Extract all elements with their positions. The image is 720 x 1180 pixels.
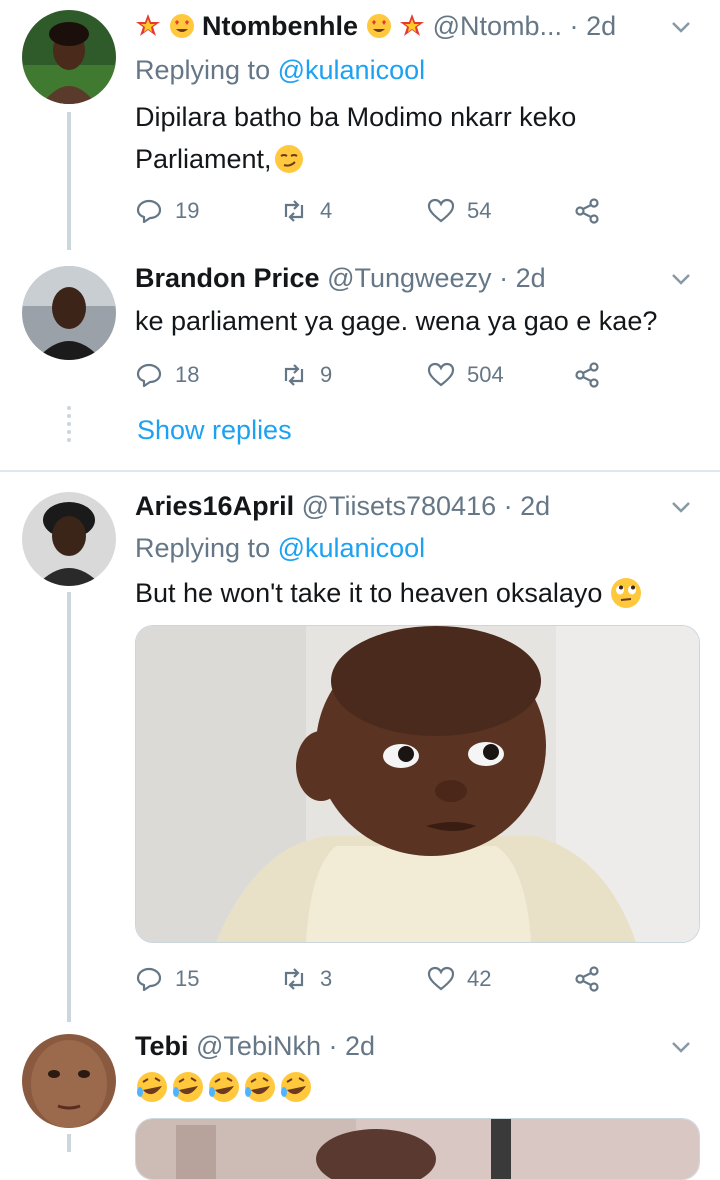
author-name[interactable]: Brandon Price [135,263,320,293]
reply-button[interactable]: 15 [135,961,199,997]
smirk-emoji-icon [272,144,304,174]
share-icon [575,198,599,224]
author-handle[interactable]: @Tiisets780416 [302,491,497,521]
retweet-icon [284,364,304,386]
tweet-text-line: Parliament, [135,144,272,174]
replying-to: Replying to @kulanicool [135,52,425,88]
thread-more-dots [67,406,71,446]
retweet-count: 4 [320,198,333,223]
replying-to-handle[interactable]: @kulanicool [278,55,426,85]
heart-eyes-emoji-icon [358,11,399,41]
retweet-count: 9 [320,362,333,387]
avatar[interactable] [22,1034,116,1128]
star-emoji-icon [135,11,169,41]
share-button[interactable] [573,357,601,393]
retweet-icon [284,200,304,222]
tweet-header: Tebi @TebiNkh · 2d [135,1028,660,1064]
author-handle[interactable]: @TebiNkh [196,1031,321,1061]
tweet-header: Ntombenhle @Ntomb... · 2d [135,8,660,44]
like-button[interactable]: 54 [427,193,491,229]
tweet-text: But he won't take it to heaven oksalayo [135,572,696,614]
reply-count: 18 [175,362,200,387]
heart-icon [427,198,455,223]
thread-line [67,1134,71,1152]
share-button[interactable] [573,193,601,229]
star-emoji-icon [399,11,433,41]
avatar[interactable] [22,266,116,360]
reply-icon [136,363,162,388]
author-name[interactable]: Tebi [135,1031,189,1061]
chevron-down-icon[interactable] [670,16,692,38]
retweet-button[interactable]: 3 [280,961,332,997]
separator-dot: · [499,263,509,293]
author-name[interactable]: Ntombenhle [202,11,358,41]
separator-dot: · [328,1031,338,1061]
reply-count: 15 [175,966,200,991]
heart-eyes-emoji-icon [169,11,203,41]
timestamp[interactable]: 2d [586,11,616,41]
like-count: 504 [467,362,504,387]
avatar[interactable] [22,492,116,586]
author-name[interactable]: Aries16April [135,491,294,521]
retweet-count: 3 [320,966,333,991]
separator-dot: · [503,491,513,521]
like-button[interactable]: 42 [427,961,491,997]
tweet-brandon-price[interactable]: Brandon Price @Tungweezy · 2d ke parliam… [0,250,720,470]
heart-icon [427,362,455,387]
replying-to-label: Replying to [135,55,271,85]
tweet-header: Aries16April @Tiisets780416 · 2d [135,488,660,524]
author-handle[interactable]: @Tungweezy [327,263,491,293]
replying-to: Replying to @kulanicool [135,530,425,566]
like-count: 54 [467,198,492,223]
timestamp[interactable]: 2d [516,263,546,293]
tweet-ntombenhle[interactable]: Ntombenhle @Ntomb... · 2d Replying to @k… [0,0,720,250]
replying-to-label: Replying to [135,533,271,563]
tweet-media-image[interactable] [135,1118,700,1180]
reply-count: 19 [175,198,200,223]
share-icon [575,966,599,992]
separator-dot: · [569,11,579,41]
chevron-down-icon[interactable] [670,496,692,518]
eye-roll-emoji-icon [610,578,642,608]
tweet-media-image[interactable] [135,625,700,943]
rofl-emoji-icon [137,1072,311,1102]
share-icon [575,362,599,388]
author-handle[interactable]: @Ntomb... [433,11,562,41]
timestamp[interactable]: 2d [345,1031,375,1061]
timestamp[interactable]: 2d [520,491,550,521]
reply-icon [136,199,162,224]
thread-line [67,112,71,250]
tweet-text-line: Dipilara batho ba Modimo nkarr keko [135,102,577,132]
replying-to-handle[interactable]: @kulanicool [278,533,426,563]
tweet-text: Dipilara batho ba Modimo nkarr keko Parl… [135,96,696,180]
show-replies-link[interactable]: Show replies [137,415,292,446]
like-count: 42 [467,966,492,991]
heart-icon [427,966,455,991]
reply-button[interactable]: 18 [135,357,199,393]
tweet-text: ke parliament ya gage. wena ya gao e kae… [135,306,658,336]
like-button[interactable]: 504 [427,357,504,393]
retweet-button[interactable]: 9 [280,357,332,393]
chevron-down-icon[interactable] [670,1036,692,1058]
tweet-tebi[interactable]: Tebi @TebiNkh · 2d [0,1022,720,1180]
thread-line [67,592,71,1022]
chevron-down-icon[interactable] [670,268,692,290]
share-button[interactable] [573,961,601,997]
retweet-button[interactable]: 4 [280,193,332,229]
tweet-text-line: But he won't take it to heaven oksalayo [135,578,603,608]
tweet-aries16april[interactable]: Aries16April @Tiisets780416 · 2d Replyin… [0,472,720,1022]
retweet-icon [284,968,304,990]
tweet-header: Brandon Price @Tungweezy · 2d [135,260,660,296]
avatar[interactable] [22,10,116,104]
reply-icon [136,967,162,992]
reply-button[interactable]: 19 [135,193,199,229]
laughing-emoji-row [135,1070,315,1109]
